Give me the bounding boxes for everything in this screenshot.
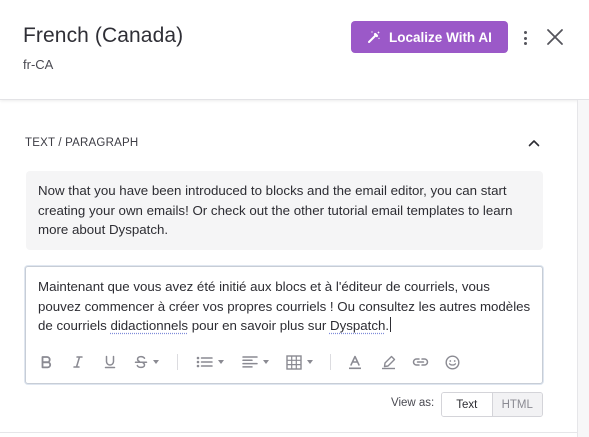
divider <box>0 432 577 433</box>
translation-editor[interactable]: Maintenant que vous avez été initié aux … <box>25 266 543 384</box>
misspelled-word[interactable]: Dyspatch <box>330 318 385 333</box>
view-as-text-button[interactable]: Text <box>442 393 493 416</box>
emoji-icon[interactable] <box>445 351 460 373</box>
localize-button-label: Localize With AI <box>389 29 492 45</box>
chevron-down-icon <box>218 360 224 364</box>
strikethrough-icon[interactable] <box>134 351 159 373</box>
source-text: Now that you have been introduced to blo… <box>26 171 543 250</box>
view-as-html-button[interactable]: HTML <box>492 393 542 416</box>
highlight-icon[interactable] <box>381 351 396 373</box>
editor-toolbar <box>26 351 542 373</box>
bold-icon[interactable] <box>39 351 53 373</box>
text-color-icon[interactable] <box>348 351 362 373</box>
section-label: TEXT / PARAGRAPH <box>25 137 139 149</box>
italic-icon[interactable] <box>71 351 85 373</box>
chevron-down-icon <box>307 360 313 364</box>
locale-code: fr-CA <box>23 57 54 72</box>
magic-wand-icon <box>367 30 381 44</box>
misspelled-word[interactable]: didactionnels <box>110 318 188 333</box>
editor-content[interactable]: Maintenant que vous avez été initié aux … <box>38 277 533 336</box>
page-title: French (Canada) <box>23 24 184 47</box>
table-icon[interactable] <box>286 351 313 373</box>
link-icon[interactable] <box>412 351 429 373</box>
chevron-down-icon <box>153 360 159 364</box>
view-as-label: View as: <box>391 397 435 409</box>
bulleted-list-icon[interactable] <box>196 351 224 373</box>
more-options-icon[interactable] <box>517 27 533 49</box>
panel-header: French (Canada) fr-CA Localize With AI <box>0 0 589 100</box>
chevron-up-icon[interactable] <box>527 136 541 150</box>
localize-with-ai-button[interactable]: Localize With AI <box>351 21 508 53</box>
view-mode-toggle: Text HTML <box>441 392 543 417</box>
chevron-down-icon <box>263 360 269 364</box>
scrollbar[interactable] <box>577 100 589 437</box>
close-icon[interactable] <box>543 25 567 49</box>
align-left-icon[interactable] <box>242 351 269 373</box>
text-cursor <box>390 317 392 332</box>
underline-icon[interactable] <box>103 351 117 373</box>
